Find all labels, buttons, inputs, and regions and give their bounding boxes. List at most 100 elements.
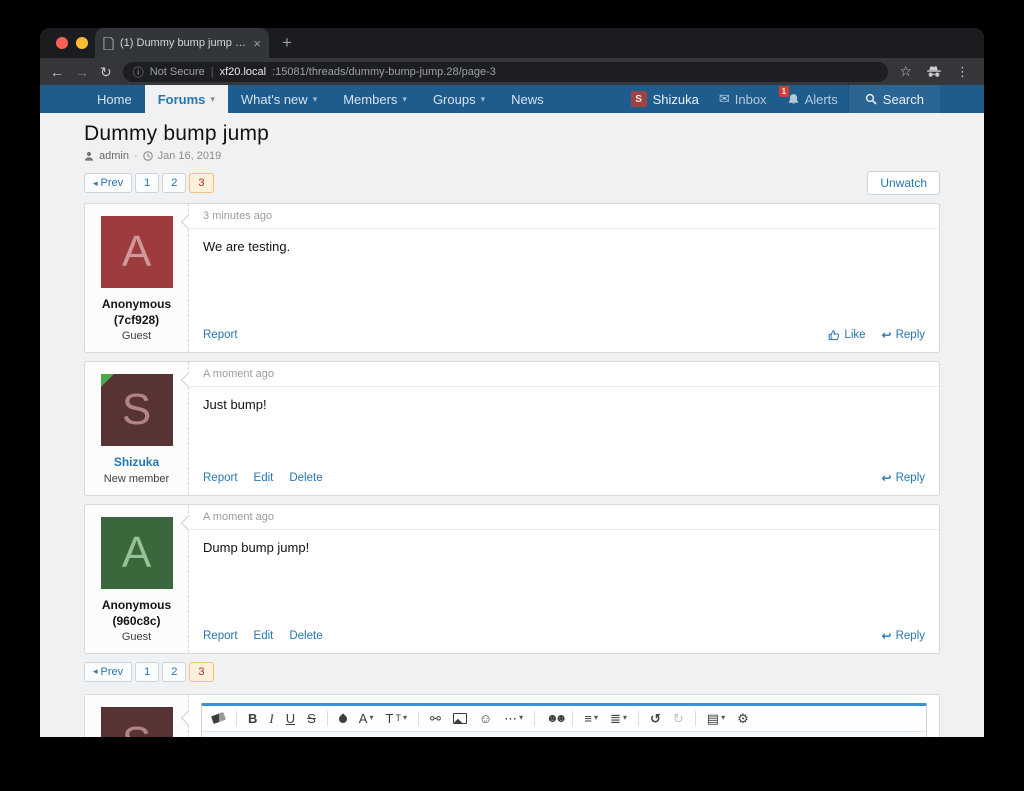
post-footer: Report Edit Delete ↩ Reply: [189, 466, 939, 495]
thread-author[interactable]: admin: [99, 150, 129, 162]
smilies-button[interactable]: ☺: [473, 712, 498, 725]
post-3-user-cell: A Anonymous (960c8c) Guest: [85, 505, 189, 653]
post-header: A moment ago: [189, 362, 939, 387]
remove-format-button[interactable]: [206, 714, 231, 722]
thread-controls-bottom: ◂Prev 1 2 3: [84, 662, 940, 682]
nav-item-members[interactable]: Members▾: [330, 85, 420, 113]
redo-button[interactable]: ↻: [667, 712, 690, 725]
user-title: Guest: [93, 330, 180, 342]
pagination-page-3-current[interactable]: 3: [189, 662, 213, 682]
insert-link-button[interactable]: ⚯: [424, 712, 447, 725]
post-footer: Report Like ↩: [189, 323, 939, 352]
online-indicator: [101, 374, 114, 387]
search-button[interactable]: Search: [848, 85, 940, 113]
post-timestamp[interactable]: A moment ago: [203, 511, 274, 523]
chevron-down-icon: ▾: [403, 714, 407, 722]
window-minimize-button[interactable]: [76, 37, 88, 49]
new-tab-button[interactable]: +: [282, 33, 292, 53]
back-button[interactable]: ←: [50, 65, 64, 79]
pagination-page-1[interactable]: 1: [135, 173, 159, 193]
avatar[interactable]: A: [101, 216, 173, 288]
report-link[interactable]: Report: [203, 329, 238, 341]
avatar[interactable]: S: [101, 707, 173, 737]
tab-close-icon[interactable]: ×: [253, 37, 261, 50]
pagination-prev-button[interactable]: ◂Prev: [84, 662, 132, 682]
user-title: New member: [93, 473, 180, 485]
forward-button[interactable]: →: [75, 65, 89, 79]
bold-button[interactable]: B: [242, 712, 263, 725]
pagination-page-1[interactable]: 1: [135, 662, 159, 682]
like-link[interactable]: Like: [828, 329, 865, 341]
reply-arrow-icon: ↩: [882, 629, 892, 643]
post-header: A moment ago: [189, 505, 939, 530]
toolbar-divider: [327, 711, 328, 726]
report-link[interactable]: Report: [203, 472, 238, 484]
strikethrough-button[interactable]: S: [301, 712, 322, 725]
nav-item-forums[interactable]: Forums▾: [145, 85, 228, 113]
reply-input[interactable]: Write your reply...: [202, 732, 926, 737]
edit-link[interactable]: Edit: [254, 472, 274, 484]
reply-editor: B I U S A▾ TT▾ ⚯ ☺: [189, 695, 939, 737]
browser-tab[interactable]: (1) Dummy bump jump | Page 3 ×: [95, 28, 269, 58]
post-body: Dump bump jump!: [189, 530, 939, 624]
pagination-page-3-current[interactable]: 3: [189, 173, 213, 193]
report-link[interactable]: Report: [203, 630, 238, 642]
avatar[interactable]: A: [101, 517, 173, 589]
reply-link[interactable]: ↩ Reply: [882, 471, 925, 485]
chevron-down-icon[interactable]: ▾: [210, 94, 215, 105]
post-timestamp[interactable]: A moment ago: [203, 368, 274, 380]
unwatch-button[interactable]: Unwatch: [867, 171, 940, 195]
chevron-down-icon: ▾: [721, 714, 725, 722]
alignment-button[interactable]: ≡▾: [578, 712, 604, 725]
text-color-button[interactable]: [333, 713, 353, 723]
underline-button[interactable]: U: [280, 712, 301, 725]
drafts-button[interactable]: ▤▾: [701, 712, 731, 725]
italic-button[interactable]: I: [263, 712, 279, 725]
reply-link[interactable]: ↩ Reply: [882, 629, 925, 643]
thread-date[interactable]: Jan 16, 2019: [158, 150, 222, 162]
info-icon[interactable]: ⓘ: [133, 64, 144, 80]
window-close-button[interactable]: [56, 37, 68, 49]
user-avatar[interactable]: S: [631, 91, 647, 107]
reply-link[interactable]: ↩ Reply: [882, 328, 925, 342]
address-bar[interactable]: ⓘ Not Secure | xf20.local:15081/threads/…: [123, 62, 889, 82]
avatar[interactable]: S: [101, 374, 173, 446]
browser-window: (1) Dummy bump jump | Page 3 × + ← → ↻ ⓘ…: [40, 28, 984, 737]
nav-item-groups[interactable]: Groups▾: [420, 85, 498, 113]
font-family-button[interactable]: A▾: [353, 712, 380, 725]
nav-item-home[interactable]: Home: [84, 85, 145, 113]
mention-group-button[interactable]: ☻☻: [540, 712, 567, 724]
bookmark-star-icon[interactable]: ☆: [899, 63, 912, 80]
chevron-down-icon[interactable]: ▾: [313, 94, 318, 105]
list-button[interactable]: ≣▾: [604, 712, 633, 725]
thread-controls-top: ◂Prev 1 2 3 Unwatch: [84, 171, 940, 195]
post-author[interactable]: Shizuka: [93, 454, 180, 470]
editor-settings-button[interactable]: ⚙: [731, 712, 755, 725]
delete-link[interactable]: Delete: [289, 630, 322, 642]
edit-link[interactable]: Edit: [254, 630, 274, 642]
pagination-page-2[interactable]: 2: [162, 173, 186, 193]
alerts-link[interactable]: 1 Alerts: [777, 85, 848, 113]
pagination-prev-button[interactable]: ◂Prev: [84, 173, 132, 193]
post-timestamp[interactable]: 3 minutes ago: [203, 210, 272, 222]
reload-button[interactable]: ↻: [100, 65, 112, 79]
site-navbar: Home Forums▾ What's new▾ Members▾ Groups…: [40, 85, 984, 113]
nav-item-news[interactable]: News: [498, 85, 557, 113]
browser-menu-icon[interactable]: ⋮: [956, 64, 970, 80]
delete-link[interactable]: Delete: [289, 472, 322, 484]
post-2-user-cell: S Shizuka New member: [85, 362, 189, 494]
chevron-down-icon[interactable]: ▾: [481, 94, 486, 105]
nav-item-whats-new[interactable]: What's new▾: [228, 85, 330, 113]
toolbar-right: ☆ ⋮: [899, 63, 974, 80]
account-menu[interactable]: S Shizuka: [621, 85, 709, 113]
undo-button[interactable]: ↺: [644, 712, 667, 725]
more-options-button[interactable]: ⋯▾: [498, 712, 529, 725]
insert-image-button[interactable]: [447, 713, 473, 724]
font-size-button[interactable]: TT▾: [379, 712, 412, 725]
inbox-link[interactable]: ✉ Inbox: [709, 85, 777, 113]
chevron-down-icon: ▾: [519, 714, 523, 722]
clock-icon: [143, 151, 153, 161]
browser-tab-strip: (1) Dummy bump jump | Page 3 × +: [40, 28, 984, 58]
pagination-page-2[interactable]: 2: [162, 662, 186, 682]
chevron-down-icon[interactable]: ▾: [402, 94, 407, 105]
